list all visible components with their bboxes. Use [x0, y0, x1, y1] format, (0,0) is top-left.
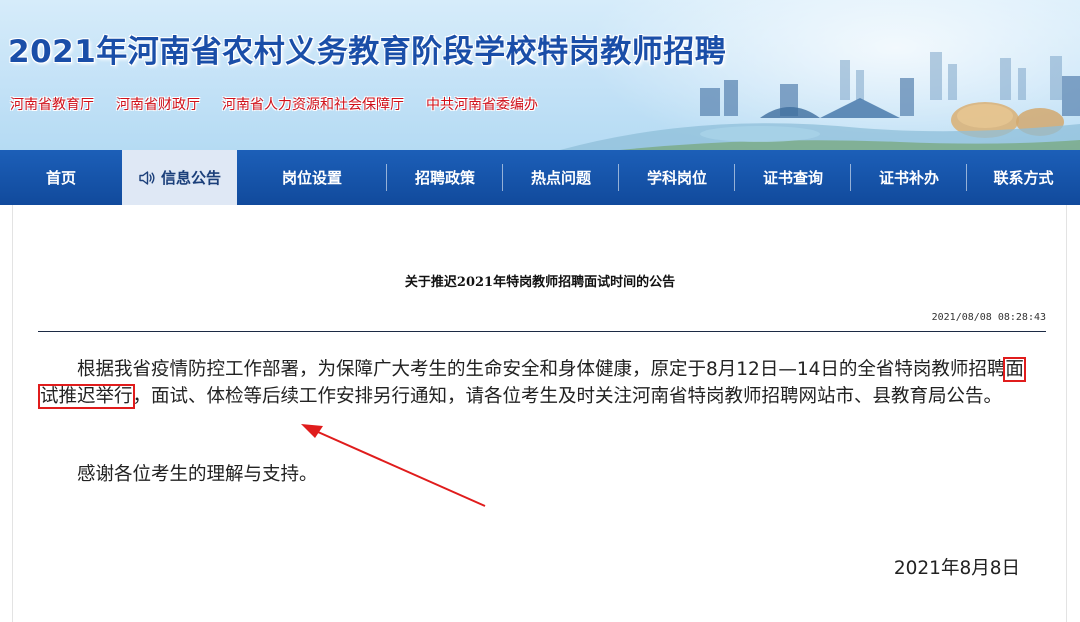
nav-item-label: 学科岗位 — [646, 169, 707, 187]
nav-item-label: 信息公告 — [160, 169, 221, 187]
nav-item-label: 证书补办 — [878, 169, 939, 187]
nav-item-label: 招聘政策 — [414, 169, 475, 187]
nav-item-certificate-query[interactable]: 证书查询 — [735, 150, 851, 205]
nav-item-faq[interactable]: 热点问题 — [503, 150, 619, 205]
annotation-arrow-icon — [301, 424, 486, 507]
department-link-hr[interactable]: 河南省人力资源和社会保障厅 — [222, 94, 404, 114]
nav-item-label: 首页 — [45, 169, 76, 187]
department-link-finance[interactable]: 河南省财政厅 — [116, 94, 200, 114]
notice-title: 关于推迟2021年特岗教师招聘面试时间的公告 — [404, 275, 676, 290]
site-title: 2021年河南省农村义务教育阶段学校特岗教师招聘 — [8, 34, 727, 70]
content-border-right — [1066, 205, 1067, 622]
nav-item-label: 联系方式 — [993, 169, 1054, 187]
nav-item-contact[interactable]: 联系方式 — [967, 150, 1080, 205]
site-banner: 2021年河南省农村义务教育阶段学校特岗教师招聘 河南省教育厅 河南省财政厅 河… — [0, 0, 1080, 150]
department-link-education[interactable]: 河南省教育厅 — [10, 94, 94, 114]
nav-item-label: 热点问题 — [530, 169, 591, 187]
department-links: 河南省教育厅 河南省财政厅 河南省人力资源和社会保障厅 中共河南省委编办 — [10, 94, 538, 114]
department-link-staffing[interactable]: 中共河南省委编办 — [426, 94, 538, 114]
notice-paragraph-1: 根据我省疫情防控工作部署，为保障广大考生的生命安全和身体健康，原定于8月12日—… — [38, 356, 1036, 410]
nav-item-policy[interactable]: 招聘政策 — [387, 150, 503, 205]
notice-timestamp: 2021/08/08 08:28:43 — [931, 312, 1046, 323]
speaker-icon — [139, 170, 155, 185]
notice-date: 2021年8月8日 — [893, 558, 1020, 579]
content-border-left — [12, 205, 13, 622]
main-nav: 首页 信息公告 岗位设置 招聘政策 热点问题 学科岗位 证书查询 证书补办 联系… — [0, 150, 1080, 205]
paragraph-text: ，面试、体检等后续工作安排另行通知，请各位考生及时关注河南省特岗教师招聘网站市、… — [132, 386, 1003, 407]
nav-item-certificate-reissue[interactable]: 证书补办 — [851, 150, 967, 205]
nav-item-positions[interactable]: 岗位设置 — [237, 150, 387, 205]
notice-content: 关于推迟2021年特岗教师招聘面试时间的公告 2021/08/08 08:28:… — [0, 205, 1080, 622]
nav-item-label: 岗位设置 — [281, 169, 342, 187]
nav-item-home[interactable]: 首页 — [0, 150, 122, 205]
nav-item-announcements[interactable]: 信息公告 — [122, 150, 237, 205]
paragraph-text: 根据我省疫情防控工作部署，为保障广大考生的生命安全和身体健康，原定于8月12日—… — [77, 359, 1006, 380]
city-skyline-image — [560, 52, 1080, 150]
title-divider — [38, 331, 1046, 332]
nav-item-subjects[interactable]: 学科岗位 — [619, 150, 735, 205]
nav-item-label: 证书查询 — [762, 169, 823, 187]
notice-paragraph-2: 感谢各位考生的理解与支持。 — [77, 464, 318, 485]
